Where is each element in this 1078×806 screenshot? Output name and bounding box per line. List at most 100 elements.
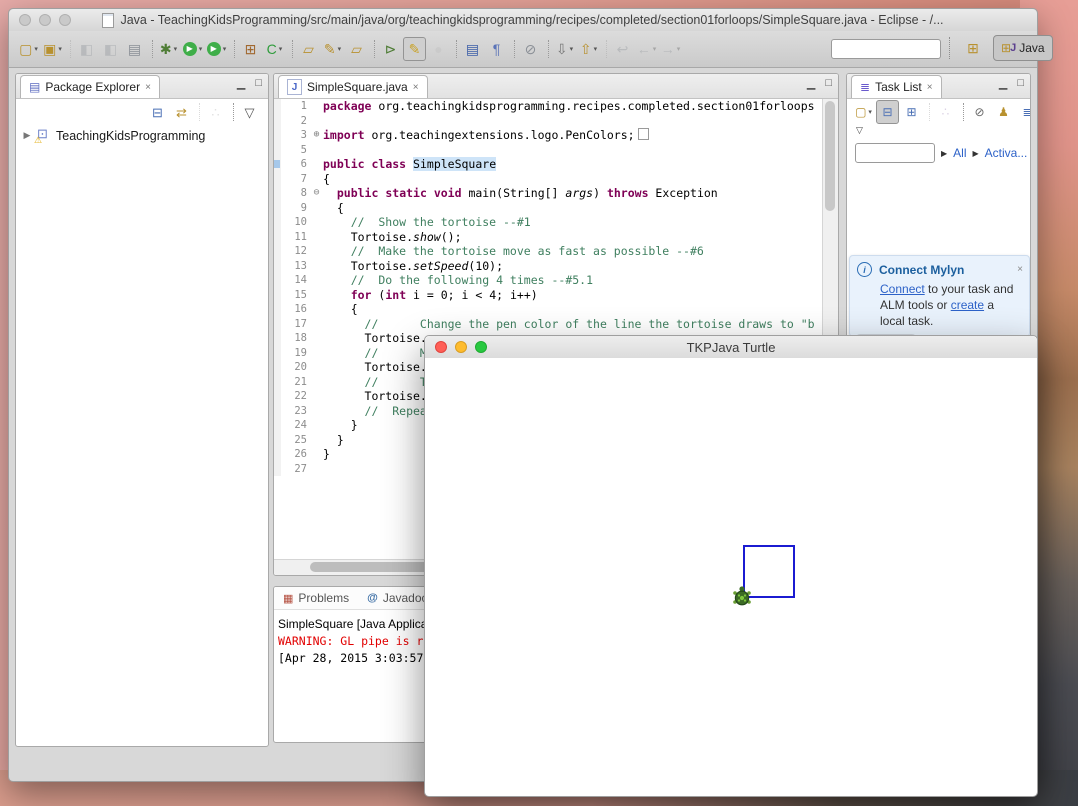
maximize-icon[interactable]: □ xyxy=(1017,77,1024,90)
package-explorer-tabstrip: ▤ Package Explorer × ▁ □ xyxy=(16,74,268,99)
fold-toggle-icon[interactable]: ⊕ xyxy=(310,128,323,143)
annotation-bar xyxy=(274,433,281,448)
show-categorized-icon[interactable]: ⊟ xyxy=(876,100,899,124)
fold-bar xyxy=(310,462,323,477)
highlighter-icon[interactable]: ✎ xyxy=(403,37,426,61)
package-explorer-tree: ▶ ⊡⚠ TeachingKidsProgramming xyxy=(16,125,268,144)
minimize-traffic-light[interactable] xyxy=(455,341,467,353)
line-number: 14 xyxy=(281,273,310,288)
new-file-icon[interactable]: ▢▾ xyxy=(17,37,40,61)
open-task-icon[interactable]: ▱ xyxy=(297,37,320,61)
code-line: 5 xyxy=(274,143,823,158)
line-number: 8 xyxy=(281,186,310,201)
zoom-traffic-light[interactable] xyxy=(59,14,71,26)
create-link[interactable]: create xyxy=(951,298,984,312)
fold-bar xyxy=(310,157,323,172)
run-icon[interactable]: ▶▾ xyxy=(181,37,204,61)
minimize-traffic-light[interactable] xyxy=(39,14,51,26)
annotation-bar xyxy=(274,331,281,346)
quick-access-input[interactable] xyxy=(831,39,941,59)
editor-tabstrip: J SimpleSquare.java × ▁ □ xyxy=(274,74,838,99)
link-with-editor-icon[interactable]: ⊘ xyxy=(519,37,542,61)
fold-toggle-icon[interactable]: ⊖ xyxy=(310,186,323,201)
filter-activate-arrow-icon: ▶ xyxy=(973,149,979,158)
tab-task-list[interactable]: ≣ Task List × xyxy=(851,75,942,98)
maximize-icon[interactable]: □ xyxy=(825,77,832,90)
package-explorer-icon: ▤ xyxy=(29,80,40,94)
annotation-bar xyxy=(274,375,281,390)
annotation-bar xyxy=(274,244,281,259)
tab-simplesquare-java[interactable]: J SimpleSquare.java × xyxy=(278,75,428,98)
new-class-icon[interactable]: C▾ xyxy=(263,37,286,61)
print-icon[interactable]: ▤ xyxy=(123,37,146,61)
task-list-filter-row: ▶ All ▶ Activa... xyxy=(847,140,1030,166)
code-line: 14 // Do the following 4 times --#5.1 xyxy=(274,273,823,288)
minimize-icon[interactable]: ▁ xyxy=(237,77,245,90)
focus-people-icon[interactable]: ♟ xyxy=(992,100,1015,124)
collapse-all-icon[interactable]: ⊟ xyxy=(146,100,169,124)
view-menu-icon[interactable]: ▽ xyxy=(238,100,261,124)
tab-package-explorer[interactable]: ▤ Package Explorer × xyxy=(20,75,160,98)
minimize-icon[interactable]: ▁ xyxy=(807,77,815,90)
java-perspective-button[interactable]: ⊞ J Java xyxy=(993,35,1053,61)
line-number: 16 xyxy=(281,302,310,317)
brush-icon[interactable]: ✎▾ xyxy=(321,37,344,61)
save-all-icon: ◧ xyxy=(99,37,122,61)
filter-all-link[interactable]: All xyxy=(953,146,966,160)
close-icon[interactable]: × xyxy=(145,82,151,93)
open-perspective-button[interactable]: ⊞ xyxy=(959,36,987,60)
filter-all-arrow-icon: ▶ xyxy=(941,149,947,158)
connect-link[interactable]: Connect xyxy=(880,282,925,296)
collapse-list-icon[interactable]: ≣ xyxy=(1016,100,1031,124)
filter-activate-link[interactable]: Activa... xyxy=(985,146,1028,160)
line-number: 17 xyxy=(281,317,310,332)
code-line: 3⊕import org.teachingextensions.logo.Pen… xyxy=(274,128,823,143)
focus-balls-icon: ∴ xyxy=(204,100,227,124)
code-line: 6public class SimpleSquare xyxy=(274,157,823,172)
eclipse-titlebar[interactable]: Java - TeachingKidsProgramming/src/main/… xyxy=(9,9,1037,32)
filter-completed-icon[interactable]: ⊘ xyxy=(968,100,991,124)
show-source-icon[interactable]: ▤ xyxy=(461,37,484,61)
line-number: 7 xyxy=(281,172,310,187)
turtle-titlebar[interactable]: TKPJava Turtle xyxy=(425,336,1037,359)
link-with-editor-icon[interactable]: ⇄ xyxy=(170,100,193,124)
main-toolbar: ▢▾▣▾◧◧▤✱▾▶▾▶▾⊞C▾▱✎▾▱⊳✎●▤¶⊘⇩▾⇧▾↩←▾→▾ ⊞ ⊞ … xyxy=(9,31,1037,68)
open-artifact-icon[interactable]: ⊳ xyxy=(379,37,402,61)
line-number: 12 xyxy=(281,244,310,259)
horizontal-scrollbar-thumb[interactable] xyxy=(310,562,434,572)
new-wizard-icon[interactable]: ▣▾ xyxy=(41,37,64,61)
new-java-project-icon[interactable]: ⊞ xyxy=(239,37,262,61)
maximize-icon[interactable]: □ xyxy=(255,77,262,90)
annotation-bar xyxy=(274,230,281,245)
code-line: 1package org.teachingkidsprogramming.rec… xyxy=(274,99,823,114)
close-traffic-light[interactable] xyxy=(19,14,31,26)
vertical-scrollbar-thumb[interactable] xyxy=(825,101,835,211)
code-line: 8⊖ public static void main(String[] args… xyxy=(274,186,823,201)
fold-bar xyxy=(310,346,323,361)
tab-problems[interactable]: ▦Problems xyxy=(274,591,358,605)
close-traffic-light[interactable] xyxy=(435,341,447,353)
close-icon[interactable]: × xyxy=(413,82,419,93)
line-number: 20 xyxy=(281,360,310,375)
next-annotation-icon[interactable]: ⇩▾ xyxy=(553,37,576,61)
close-icon[interactable]: × xyxy=(1017,264,1023,275)
tree-item-project[interactable]: ▶ ⊡⚠ TeachingKidsProgramming xyxy=(22,127,268,144)
previous-annotation-icon[interactable]: ⇧▾ xyxy=(577,37,600,61)
code-line: 13 Tortoise.setSpeed(10); xyxy=(274,259,823,274)
show-whitespace-icon[interactable]: ¶ xyxy=(485,37,508,61)
debug-icon[interactable]: ✱▾ xyxy=(157,37,180,61)
line-number: 3 xyxy=(281,128,310,143)
close-icon[interactable]: × xyxy=(927,82,933,93)
disclosure-triangle-icon[interactable]: ▶ xyxy=(22,130,32,141)
open-folder-icon[interactable]: ▱ xyxy=(345,37,368,61)
run-history-icon[interactable]: ▶▾ xyxy=(205,37,228,61)
show-scheduled-icon[interactable]: ⊞ xyxy=(900,100,923,124)
zoom-traffic-light[interactable] xyxy=(475,341,487,353)
line-number: 26 xyxy=(281,447,310,462)
minimize-icon[interactable]: ▁ xyxy=(999,77,1007,90)
new-task-icon[interactable]: ▢▾ xyxy=(852,100,875,124)
task-search-input[interactable] xyxy=(855,143,935,163)
annotation-bar xyxy=(274,288,281,303)
annotation-bar xyxy=(274,186,281,201)
view-menu-chevron[interactable]: ▽ xyxy=(847,125,1030,140)
